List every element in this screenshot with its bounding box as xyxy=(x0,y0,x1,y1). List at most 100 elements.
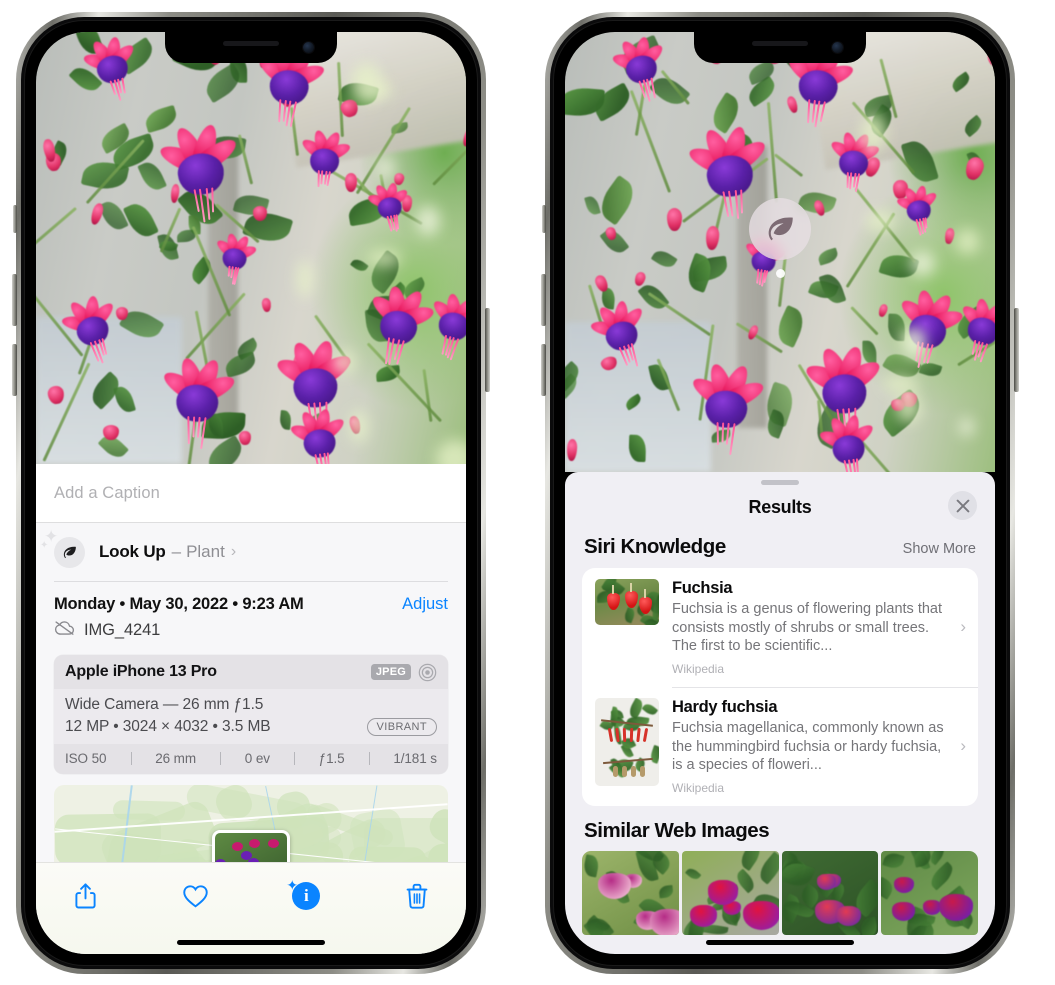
siri-knowledge-title: Siri Knowledge xyxy=(584,535,726,558)
photo-element xyxy=(736,850,765,872)
fuchsia-blossom xyxy=(299,125,357,190)
home-indicator[interactable] xyxy=(706,940,854,945)
photo-element xyxy=(622,766,627,778)
knowledge-description: Fuchsia magellanica, commonly known as t… xyxy=(672,720,944,774)
volume-up-button[interactable] xyxy=(541,274,546,326)
similar-image-0[interactable] xyxy=(582,850,679,935)
photo-bokeh xyxy=(882,375,918,393)
screenshot-stage: Add a Caption ✦ ✦ Look Up – Plant › Mond… xyxy=(0,0,1055,985)
fuchsia-blossom xyxy=(213,227,263,285)
volume-down-button[interactable] xyxy=(541,344,546,396)
similar-image-flower xyxy=(690,905,718,927)
similar-image-flower xyxy=(742,900,779,930)
home-indicator[interactable] xyxy=(177,940,325,945)
photo-fuchsia[interactable] xyxy=(36,32,466,464)
photo-element xyxy=(613,766,618,778)
photo-element xyxy=(612,585,614,594)
photo-element xyxy=(622,607,636,624)
chevron-right-icon: › xyxy=(960,736,966,756)
knowledge-source: Wikipedia xyxy=(672,661,725,676)
fuchsia-blossom xyxy=(288,400,356,464)
photo-element xyxy=(631,766,636,778)
screen-left: Add a Caption ✦ ✦ Look Up – Plant › Mond… xyxy=(36,32,466,954)
favorite-button[interactable] xyxy=(173,875,219,917)
cloud-slash-icon xyxy=(54,620,75,641)
notch xyxy=(694,32,866,63)
caption-input-row[interactable]: Add a Caption xyxy=(36,464,466,523)
visual-look-up-badge[interactable] xyxy=(749,198,811,278)
photo-bokeh xyxy=(367,249,401,267)
similar-image-2[interactable] xyxy=(781,850,879,935)
adjust-button[interactable]: Adjust xyxy=(402,595,448,614)
resolution-info: 12 MP • 3024 × 4032 • 3.5 MB xyxy=(65,717,271,735)
show-more-button[interactable]: Show More xyxy=(903,541,976,557)
photo-detail-sheet: Add a Caption ✦ ✦ Look Up – Plant › Mond… xyxy=(36,464,466,954)
flower-stamen xyxy=(211,187,215,214)
side-power-button[interactable] xyxy=(1014,308,1019,392)
fuchsia-thumbnail xyxy=(595,579,659,625)
flower-stamen xyxy=(849,172,853,190)
divider xyxy=(368,751,370,765)
similar-image-1[interactable] xyxy=(681,850,779,935)
flower-stamen xyxy=(320,170,324,185)
knowledge-source: Wikipedia xyxy=(672,780,725,795)
flower-stamen xyxy=(196,416,201,438)
knowledge-item-fuchsia[interactable]: Fuchsia Fuchsia is a genus of flowering … xyxy=(582,568,978,687)
photo-element xyxy=(641,701,659,717)
photo-bokeh xyxy=(896,391,921,424)
similar-image-flower xyxy=(649,908,679,935)
badge-anchor-dot xyxy=(775,269,785,278)
exif-stat-shutter: 1/181 s xyxy=(393,750,437,766)
silent-switch[interactable] xyxy=(13,205,17,233)
sparkle-small-icon: ✦ xyxy=(40,539,49,551)
look-up-row[interactable]: ✦ ✦ Look Up – Plant › xyxy=(36,523,466,581)
hardy-fuchsia-thumbnail xyxy=(595,698,659,787)
photographic-style-badge: VIBRANT xyxy=(366,717,437,736)
similar-image-flower xyxy=(835,905,861,926)
date-block: Monday • May 30, 2022 • 9:23 AM Adjust I… xyxy=(36,582,466,641)
camera-device-name: Apple iPhone 13 Pro xyxy=(65,663,217,680)
photo-element xyxy=(622,728,627,743)
share-button[interactable] xyxy=(62,875,108,917)
photo-date: Monday • May 30, 2022 • 9:23 AM xyxy=(54,594,304,613)
photo-element xyxy=(684,865,702,882)
flower-stamen xyxy=(716,421,719,445)
silent-switch[interactable] xyxy=(542,205,546,233)
hdr-circle-icon xyxy=(418,663,437,682)
exif-body: Wide Camera — 26 mm ƒ1.5 12 MP • 3024 × … xyxy=(54,689,448,744)
divider xyxy=(220,751,221,765)
earpiece-speaker-icon xyxy=(752,41,808,46)
volume-down-button[interactable] xyxy=(12,344,17,396)
exif-header: Apple iPhone 13 Pro JPEG xyxy=(54,654,448,689)
photo-element xyxy=(642,727,649,743)
thumbnail-flower xyxy=(639,597,652,614)
exif-card[interactable]: Apple iPhone 13 Pro JPEG Wide Camera — 2… xyxy=(54,654,448,774)
earpiece-speaker-icon xyxy=(223,41,279,46)
side-power-button[interactable] xyxy=(485,308,490,392)
flower-stamen xyxy=(192,416,196,438)
fuchsia-blossom xyxy=(688,355,772,455)
similar-image-flower xyxy=(707,880,739,905)
flower-stamen xyxy=(277,98,281,122)
flower-stamen xyxy=(846,172,849,189)
info-button[interactable]: ✦ i xyxy=(283,875,329,917)
knowledge-item-hardy-fuchsia[interactable]: Hardy fuchsia Fuchsia magellanica, commo… xyxy=(582,687,978,806)
look-up-label: Look Up xyxy=(99,542,166,561)
caption-input[interactable]: Add a Caption xyxy=(54,484,160,503)
photo-filename: IMG_4241 xyxy=(84,620,161,639)
lens-info: Wide Camera — 26 mm ƒ1.5 xyxy=(65,695,264,713)
divider xyxy=(294,751,295,765)
exif-stat-iso: ISO 50 xyxy=(65,750,107,766)
results-title: Results xyxy=(748,496,812,517)
photo-element xyxy=(640,766,645,778)
results-header: Results xyxy=(565,485,995,529)
close-button[interactable] xyxy=(948,491,977,520)
photo-flower-bud xyxy=(103,424,119,441)
similar-image-3[interactable] xyxy=(881,850,978,935)
sparkle-icon: ✦ xyxy=(286,877,299,893)
knowledge-description: Fuchsia is a genus of flowering plants t… xyxy=(672,601,943,655)
front-camera-icon xyxy=(303,42,314,53)
volume-up-button[interactable] xyxy=(12,274,17,326)
delete-button[interactable] xyxy=(394,875,440,917)
look-up-dash: – xyxy=(171,542,182,561)
